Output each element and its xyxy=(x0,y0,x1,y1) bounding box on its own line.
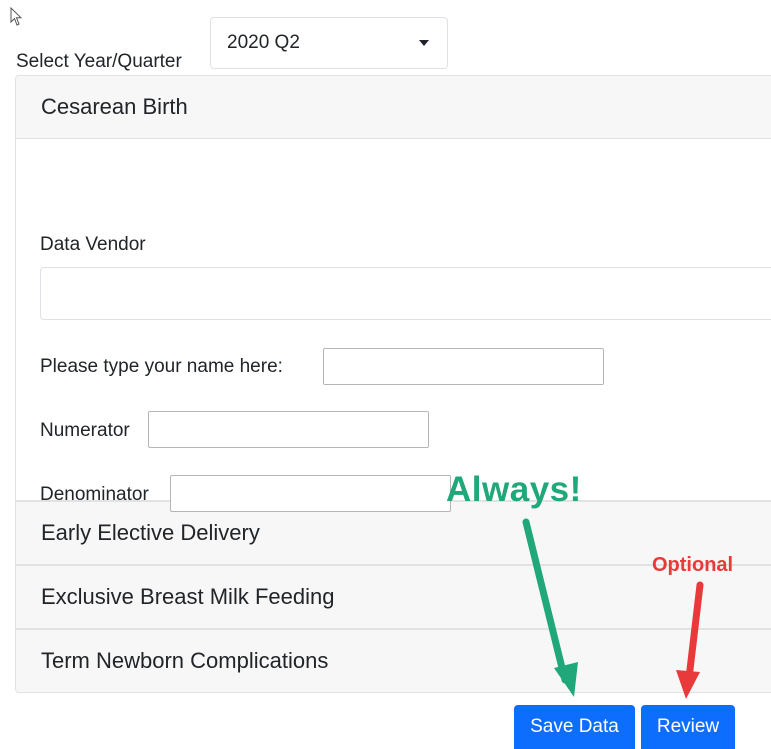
numerator-label: Numerator xyxy=(40,420,130,441)
year-quarter-select[interactable]: 2020 Q2 xyxy=(210,17,448,69)
mouse-pointer-icon xyxy=(10,7,22,26)
year-quarter-label: Select Year/Quarter xyxy=(16,51,182,72)
accordion-header-label: Cesarean Birth xyxy=(41,94,188,119)
data-vendor-label: Data Vendor xyxy=(40,234,146,255)
name-input[interactable] xyxy=(323,348,604,385)
accordion-header-label: Early Elective Delivery xyxy=(41,520,260,545)
denominator-input[interactable] xyxy=(170,475,451,512)
accordion-header-label: Exclusive Breast Milk Feeding xyxy=(41,584,335,609)
caret-down-icon xyxy=(419,40,429,46)
name-label: Please type your name here: xyxy=(40,356,283,377)
accordion-body-cesarean-birth: Data Vendor Please type your name here: … xyxy=(15,139,771,512)
accordion-header-term-newborn-complications[interactable]: Term Newborn Complications xyxy=(15,629,771,693)
denominator-label: Denominator xyxy=(40,484,149,505)
annotation-always: Always! xyxy=(446,470,582,509)
accordion-header-cesarean-birth[interactable]: Cesarean Birth xyxy=(15,75,771,139)
accordion-header-label: Term Newborn Complications xyxy=(41,648,329,673)
review-button[interactable]: Review xyxy=(641,705,735,749)
annotation-optional: Optional xyxy=(652,554,734,576)
page: Select Year/Quarter 2020 Q2 Cesarean Bir… xyxy=(0,0,771,749)
numerator-input[interactable] xyxy=(148,411,429,448)
save-data-button[interactable]: Save Data xyxy=(514,705,635,749)
data-vendor-input[interactable] xyxy=(40,267,771,320)
measures-accordion: Cesarean Birth Data Vendor Please type y… xyxy=(15,75,771,693)
year-quarter-selected-value: 2020 Q2 xyxy=(227,32,300,53)
